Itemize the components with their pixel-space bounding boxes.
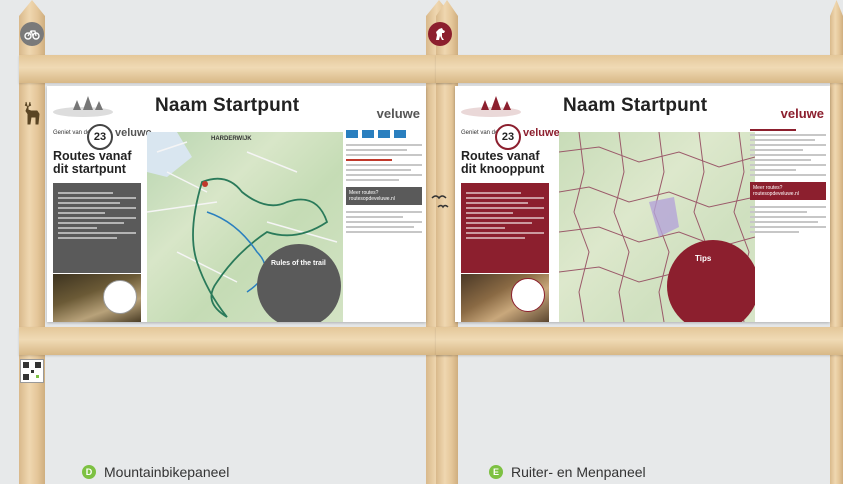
more-routes-link[interactable]: Meer routes? routesopdeveluwe.nl	[346, 187, 422, 205]
route-network-map[interactable]: Tips	[559, 132, 755, 322]
deer-icon	[24, 101, 40, 125]
info-sidebar	[461, 183, 549, 273]
tips-title: Tips	[695, 254, 712, 263]
qr-code-icon	[20, 359, 44, 383]
number-23-badge: 23	[87, 124, 113, 150]
number-23-badge: 23	[495, 124, 521, 150]
forest-logo	[461, 96, 521, 117]
tips-box: Tips	[667, 240, 755, 322]
tagline: Geniet van de	[461, 130, 499, 136]
forest-photo	[53, 274, 141, 322]
bottom-beam-left	[19, 327, 452, 355]
panel-heading: Routes vanaf dit startpunt	[53, 149, 132, 177]
horse-photo	[461, 274, 549, 322]
caption-letter-e: E	[489, 465, 503, 479]
caption-letter-d: D	[82, 465, 96, 479]
caption-mountainbike: D Mountainbikepaneel	[82, 464, 229, 480]
right-info-column: Meer routes? routesopdeveluwe.nl	[346, 126, 422, 322]
panel-title: Naam Startpunt	[155, 95, 300, 116]
caption-label: Mountainbikepaneel	[104, 464, 230, 480]
right-info-column: Meer routes? routesopdeveluwe.nl	[750, 126, 826, 322]
veluwe-logo: veluwe	[376, 106, 420, 121]
caption-horse: E Ruiter- en Menpaneel	[489, 464, 646, 480]
veluwe-logo: veluwe	[780, 106, 824, 121]
bottom-beam-right	[436, 327, 843, 355]
rules-box: Rules of the trail	[257, 244, 341, 322]
panel-heading: Routes vanaf dit knooppunt	[461, 149, 545, 177]
info-sidebar	[53, 183, 141, 273]
horse-panel: Naam Startpunt veluwe Geniet van de 23 v…	[455, 86, 830, 322]
quote-bubble	[511, 278, 545, 312]
panel-title: Naam Startpunt	[563, 95, 708, 116]
birds-icon	[431, 195, 449, 209]
rules-title: Rules of the trail	[271, 260, 326, 267]
forest-logo	[53, 96, 113, 117]
brand-label: veluwe	[523, 127, 560, 139]
bicycle-icon	[20, 22, 44, 46]
more-routes-link[interactable]: Meer routes? routesopdeveluwe.nl	[750, 182, 826, 200]
horse-icon	[428, 22, 452, 46]
map-town-label: HARDERWIJK	[211, 136, 252, 142]
caption-label: Ruiter- en Menpaneel	[511, 464, 646, 480]
top-beam-right	[436, 55, 843, 83]
quote-bubble	[103, 280, 137, 314]
tagline: Geniet van de	[53, 130, 91, 136]
trail-map[interactable]: HARDERWIJK Rules of the trail	[147, 132, 343, 322]
top-beam-left	[19, 55, 452, 83]
mountainbike-panel: Naam Startpunt veluwe Geniet van de 23 v…	[47, 86, 426, 322]
